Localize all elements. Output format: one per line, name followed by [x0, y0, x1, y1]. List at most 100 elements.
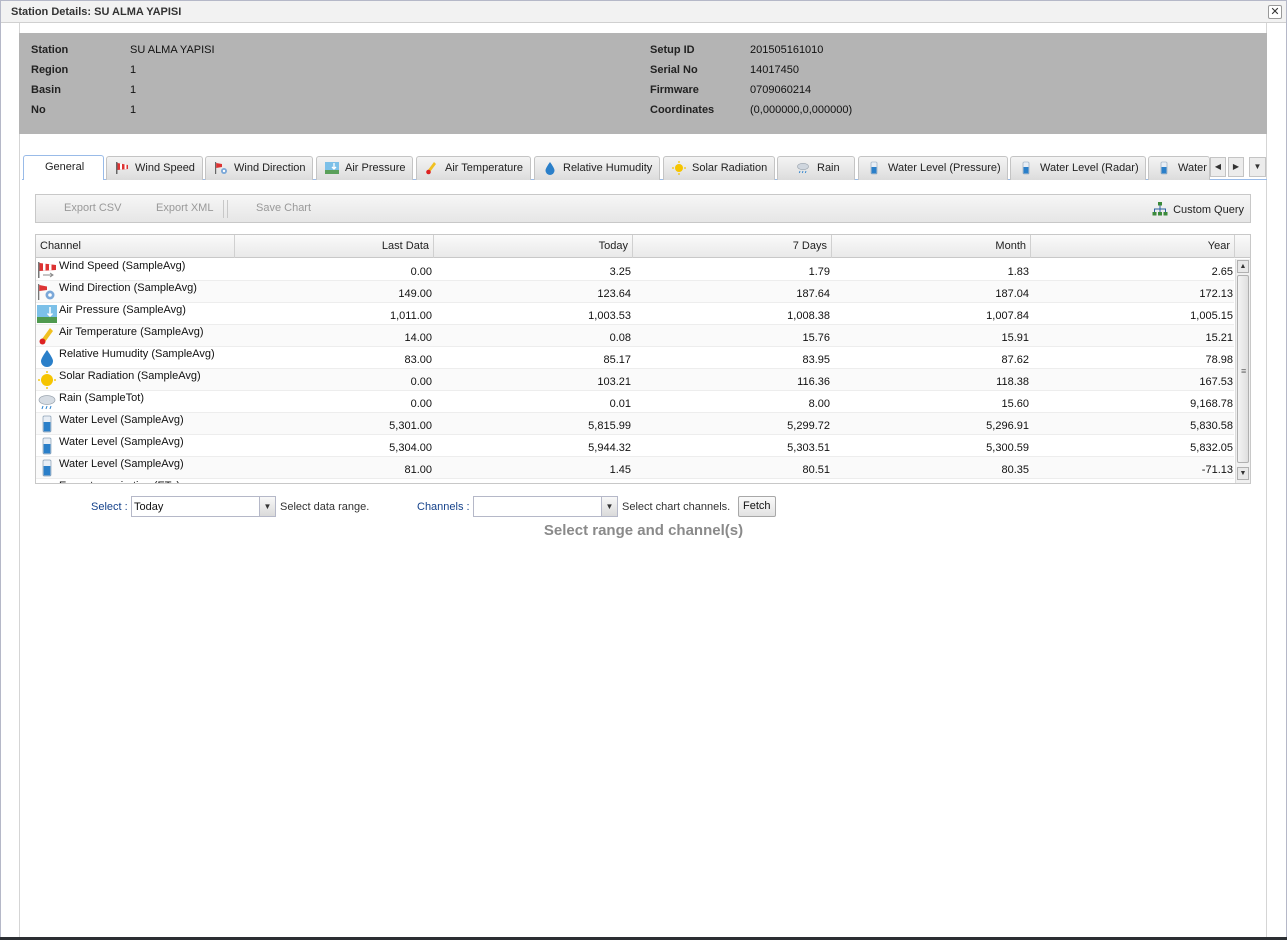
tab-rain[interactable]: Rain [777, 156, 855, 180]
table-row[interactable]: Wind Direction (SampleAvg) 149.00 123.64 18… [36, 281, 1234, 303]
cell-month: 5,296.91 [986, 420, 1029, 432]
cell-last-data: 5,301.00 [389, 420, 432, 432]
export-xml-button[interactable]: Export XML [156, 202, 213, 214]
cell-channel: Evapotranspiration (ETo) [36, 479, 235, 483]
column-header-month[interactable]: Month [832, 235, 1031, 258]
tab-general[interactable]: General [23, 155, 104, 180]
grid-header: Channel Last Data Today 7 Days Month Yea… [36, 235, 1250, 258]
grid-scrollbar[interactable]: ▲ ≡ ▼ [1235, 259, 1250, 483]
serial-no-value: 14017450 [750, 64, 799, 76]
tab-air-temperature[interactable]: Air Temperature [416, 156, 531, 180]
export-csv-button[interactable]: Export CSV [64, 202, 121, 214]
table-row[interactable]: Relative Humudity (SampleAvg) 83.00 85.17 8… [36, 347, 1234, 369]
column-header-channel[interactable]: Channel [36, 235, 235, 258]
cell-7-days: 5,303.51 [787, 442, 830, 454]
channel-name: Wind Direction (SampleAvg) [59, 282, 197, 294]
channels-hint: Select chart channels. [622, 501, 731, 513]
tab-relative-humudity[interactable]: Relative Humudity [534, 156, 660, 180]
serial-no-label: Serial No [650, 64, 698, 76]
cell-year: -71.13 [1201, 464, 1233, 476]
tab-scroll-left-icon[interactable]: ◀ [1210, 157, 1226, 177]
cell-today: 0.01 [609, 398, 631, 410]
range-select[interactable]: Today ▼ [131, 496, 276, 517]
tab-label: Relative Humudity [563, 162, 653, 174]
channel-name: Solar Radiation (SampleAvg) [59, 370, 201, 382]
cell-last-data: 14.00 [404, 332, 432, 344]
cell-today: 85.17 [603, 354, 631, 366]
cell-channel: Solar Radiation (SampleAvg) [36, 369, 235, 391]
chevron-down-icon[interactable]: ▼ [601, 497, 617, 516]
tab-scroll-right-icon[interactable]: ▶ [1228, 157, 1244, 177]
table-row[interactable]: Evapotranspiration (ETo) [36, 479, 1234, 483]
channel-name: Water Level (SampleAvg) [59, 414, 184, 426]
rain-cloud-icon [38, 395, 56, 410]
tab-air-pressure[interactable]: Air Pressure [316, 156, 413, 180]
column-header-7-days[interactable]: 7 Days [633, 235, 832, 258]
tab-solar-radiation[interactable]: Solar Radiation [663, 156, 775, 180]
chevron-down-icon[interactable]: ▼ [259, 497, 275, 516]
sun-icon [38, 371, 56, 389]
cell-today: 5,944.32 [588, 442, 631, 454]
tab-water[interactable]: Water [1148, 156, 1210, 180]
cell-year: 172.13 [1199, 288, 1233, 300]
cell-today: 1.45 [609, 464, 631, 476]
column-header-today[interactable]: Today [434, 235, 633, 258]
window-titlebar[interactable]: Station Details: SU ALMA YAPISI ✕ [1, 1, 1286, 23]
tab-label: Air Pressure [345, 162, 406, 174]
cell-today: 1,003.53 [588, 310, 631, 322]
fetch-button[interactable]: Fetch [738, 496, 776, 517]
tab-wind-direction[interactable]: Wind Direction [205, 156, 313, 180]
cell-month: 87.62 [1001, 354, 1029, 366]
column-header-year[interactable]: Year [1031, 235, 1235, 258]
tab-water-level-pressure[interactable]: Water Level (Pressure) [858, 156, 1008, 180]
coordinates-label: Coordinates [650, 104, 715, 116]
toolbar-separator [223, 200, 224, 218]
tab-wind-speed[interactable]: Wind Speed [106, 156, 203, 180]
chart-placeholder: Select range and channel(s) [543, 522, 744, 539]
scroll-thumb[interactable]: ≡ [1237, 275, 1249, 463]
cell-7-days: 8.00 [808, 398, 830, 410]
scroll-down-icon[interactable]: ▼ [1237, 467, 1249, 480]
save-chart-button[interactable]: Save Chart [256, 202, 311, 214]
column-header-last-data[interactable]: Last Data [235, 235, 434, 258]
tab-water-level-radar[interactable]: Water Level (Radar) [1010, 156, 1146, 180]
cell-last-data: 0.00 [410, 266, 432, 278]
cell-channel: Wind Direction (SampleAvg) [36, 281, 235, 303]
table-row[interactable]: Air Pressure (SampleAvg) 1,011.00 1,003.53… [36, 303, 1234, 325]
table-row[interactable]: Water Level (SampleAvg) 5,301.00 5,815.99 5… [36, 413, 1234, 435]
cell-month: 15.60 [1001, 398, 1029, 410]
chart-controls: Select : Today ▼ Select data range. Chan… [0, 496, 1287, 518]
cell-channel: Water Level (SampleAvg) [36, 457, 235, 479]
table-row[interactable]: Water Level (SampleAvg) 5,304.00 5,944.32 5… [36, 435, 1234, 457]
table-row[interactable]: Solar Radiation (SampleAvg) 0.00 103.21 116… [36, 369, 1234, 391]
range-hint: Select data range. [280, 501, 370, 513]
cell-channel: Rain (SampleTot) [36, 391, 235, 413]
cell-month: 1.83 [1007, 266, 1029, 278]
select-range-label: Select : [91, 501, 128, 513]
wind-direction-icon [38, 284, 55, 300]
cell-channel: Relative Humudity (SampleAvg) [36, 347, 235, 369]
tab-label: Solar Radiation [692, 162, 768, 174]
windsock-icon [38, 262, 56, 278]
cell-channel: Air Temperature (SampleAvg) [36, 325, 235, 347]
cell-last-data: 149.00 [398, 288, 432, 300]
water-level-icon [1022, 161, 1030, 175]
water-drop-icon [41, 350, 53, 367]
channel-name: Air Pressure (SampleAvg) [59, 304, 186, 316]
table-row[interactable]: Air Temperature (SampleAvg) 14.00 0.08 15.7… [36, 325, 1234, 347]
scroll-up-icon[interactable]: ▲ [1237, 260, 1249, 273]
cell-7-days: 1,008.38 [787, 310, 830, 322]
table-row[interactable]: Water Level (SampleAvg) 81.00 1.45 80.51 80.… [36, 457, 1234, 479]
close-icon[interactable]: ✕ [1268, 5, 1282, 19]
cell-year: 15.21 [1205, 332, 1233, 344]
table-row[interactable]: Wind Speed (SampleAvg) 0.00 3.25 1.79 1.83 2.… [36, 259, 1234, 281]
cell-today: 5,815.99 [588, 420, 631, 432]
cell-7-days: 83.95 [802, 354, 830, 366]
cell-today: 0.08 [609, 332, 631, 344]
custom-query-button[interactable]: Custom Query [1152, 202, 1244, 216]
channels-select[interactable]: ▼ [473, 496, 618, 517]
table-row[interactable]: Rain (SampleTot) 0.00 0.01 8.00 15.60 9,168.7… [36, 391, 1234, 413]
station-info-panel: Station SU ALMA YAPISI Region 1 Basin 1 … [19, 33, 1267, 134]
tab-menu-chevron-down-icon[interactable]: ▼ [1249, 157, 1266, 177]
cell-channel: Air Pressure (SampleAvg) [36, 303, 235, 325]
